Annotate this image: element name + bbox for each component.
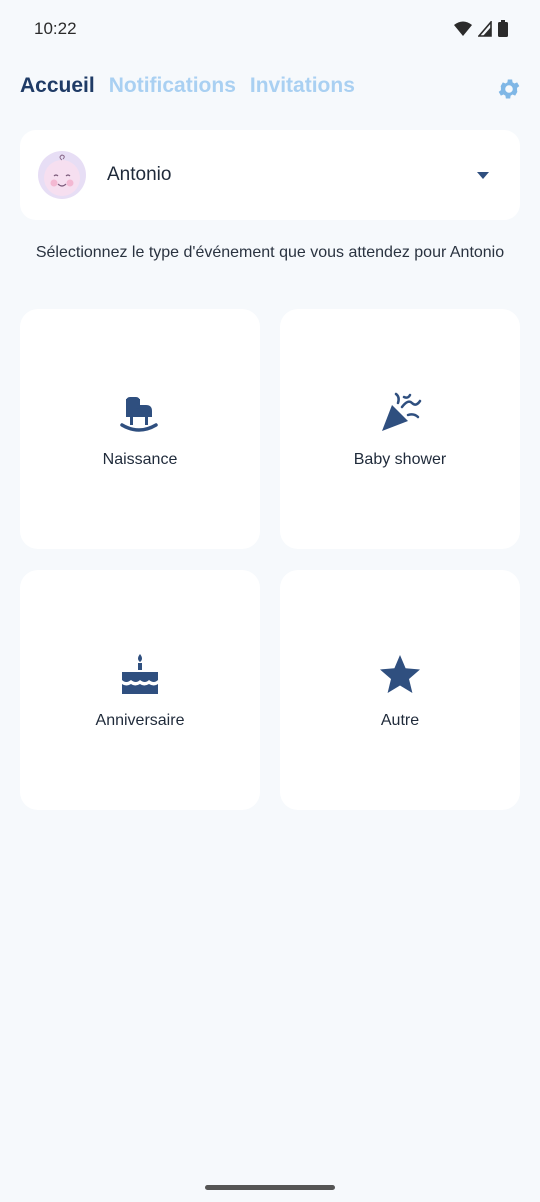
battery-icon xyxy=(498,20,508,37)
event-card-baby-shower[interactable]: Baby shower xyxy=(280,309,520,549)
event-card-anniversaire[interactable]: Anniversaire xyxy=(20,570,260,810)
gear-icon[interactable] xyxy=(496,76,522,102)
star-icon xyxy=(380,655,420,693)
status-time: 10:22 xyxy=(34,19,77,38)
child-name: Antonio xyxy=(107,164,172,185)
child-selector[interactable]: Antonio xyxy=(20,130,520,220)
top-tabs: Accueil Notifications Invitations xyxy=(20,74,355,98)
event-card-label: Baby shower xyxy=(353,451,447,468)
status-icons xyxy=(454,20,508,37)
party-popper-icon xyxy=(382,392,422,431)
status-bar: 10:22 xyxy=(0,0,540,60)
event-card-label: Naissance xyxy=(102,451,178,468)
tab-notifications[interactable]: Notifications xyxy=(109,74,236,98)
cradle-icon xyxy=(120,397,158,432)
instruction-text: Sélectionnez le type d'événement que vou… xyxy=(35,244,505,261)
tab-invitations[interactable]: Invitations xyxy=(250,74,355,98)
avatar xyxy=(38,151,86,199)
event-card-label: Autre xyxy=(380,712,420,729)
chevron-down-icon[interactable] xyxy=(476,170,490,180)
home-indicator[interactable] xyxy=(205,1185,335,1190)
event-card-naissance[interactable]: Naissance xyxy=(20,309,260,549)
birthday-cake-icon xyxy=(122,654,158,694)
wifi-icon xyxy=(454,21,472,36)
tab-accueil[interactable]: Accueil xyxy=(20,74,95,98)
baby-face-icon xyxy=(44,154,80,196)
cellular-signal-icon xyxy=(478,20,492,37)
event-card-autre[interactable]: Autre xyxy=(280,570,520,810)
event-card-label: Anniversaire xyxy=(95,712,185,729)
